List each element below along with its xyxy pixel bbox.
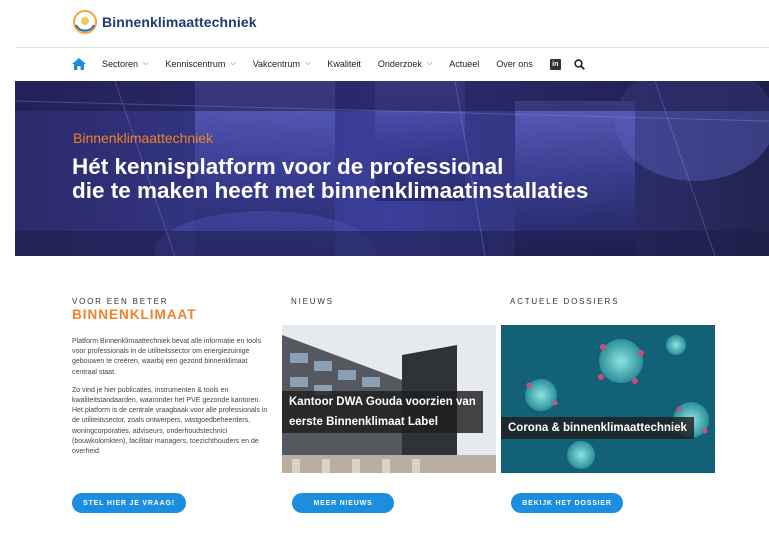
logo-mark-icon xyxy=(73,10,97,34)
intro-paragraph-2: Zo vind je hier publicaties, instrumente… xyxy=(72,386,268,456)
nav-item-over-ons[interactable]: Over ons xyxy=(496,59,533,69)
more-news-button[interactable]: MEER NIEUWS xyxy=(292,493,394,513)
nav-item-sectoren[interactable]: Sectoren ⌵ xyxy=(102,59,148,69)
nav-item-label: Over ons xyxy=(496,59,533,69)
linkedin-icon-glyph: in xyxy=(552,60,559,68)
view-dossier-button[interactable]: BEKIJK HET DOSSIER xyxy=(511,493,623,513)
main-nav: Sectoren ⌵ Kenniscentrum ⌵ Vakcentrum ⌵ … xyxy=(72,53,585,75)
nav-item-label: Sectoren xyxy=(102,59,139,69)
hero-kicker: Binnenklimaattechniek xyxy=(73,130,214,146)
nav-item-actueel[interactable]: Actueel xyxy=(449,59,479,69)
site-logo[interactable]: Binnenklimaattechniek xyxy=(72,8,257,36)
chevron-down-icon: ⌵ xyxy=(143,60,149,67)
nav-item-label: Actueel xyxy=(449,59,480,69)
intro-text: Platform Binnenklimaattechniek bevat all… xyxy=(72,337,268,465)
header-divider xyxy=(15,47,769,48)
nav-item-kwaliteit[interactable]: Kwaliteit xyxy=(327,59,361,69)
chevron-down-icon: ⌵ xyxy=(305,60,311,67)
nav-item-vakcentrum[interactable]: Vakcentrum ⌵ xyxy=(253,59,311,69)
dossier-card-image xyxy=(501,325,715,473)
nav-item-kenniscentrum[interactable]: Kenniscentrum ⌵ xyxy=(165,59,235,69)
dossiers-heading: ACTUELE DOSSIERS xyxy=(510,297,620,306)
hero-title-line2: die te maken heeft met binnenklimaatinst… xyxy=(72,178,589,203)
linkedin-icon[interactable]: in xyxy=(549,58,561,70)
chevron-down-icon: ⌵ xyxy=(426,60,433,67)
news-heading: NIEUWS xyxy=(291,297,334,306)
home-icon[interactable] xyxy=(72,58,86,70)
chevron-down-icon: ⌵ xyxy=(230,60,236,67)
intro-heading-big: BINNENKLIMAAT xyxy=(72,307,197,322)
news-caption-line2: eerste Binnenklimaat Label xyxy=(289,416,438,428)
nav-item-label: Kwaliteit xyxy=(327,59,361,69)
dossier-card[interactable]: Corona & binnenklimaattechniek xyxy=(501,325,715,473)
news-card[interactable]: Kantoor DWA Gouda voorzien van eerste Bi… xyxy=(282,325,496,473)
nav-item-label: Kenniscentrum xyxy=(165,59,226,69)
hero-title-line1: Hét kennisplatform voor de professional xyxy=(72,154,504,179)
page: Binnenklimaattechniek Sectoren ⌵ Kennisc… xyxy=(0,0,769,534)
nav-item-onderzoek[interactable]: Onderzoek ⌵ xyxy=(378,59,432,69)
ask-question-button[interactable]: STEL HIER JE VRAAG! xyxy=(72,493,186,513)
intro-paragraph-1: Platform Binnenklimaattechniek bevat all… xyxy=(72,338,262,376)
hero-banner: Binnenklimaattechniek Hét kennisplatform… xyxy=(15,81,769,256)
hero-title: Hét kennisplatform voor de professional … xyxy=(72,155,732,203)
nav-item-label: Vakcentrum xyxy=(252,59,301,69)
search-icon[interactable] xyxy=(574,58,585,70)
news-card-caption: Kantoor DWA Gouda voorzien van eerste Bi… xyxy=(282,391,483,433)
news-caption-line1: Kantoor DWA Gouda voorzien van xyxy=(289,396,476,408)
dossier-card-caption: Corona & binnenklimaattechniek xyxy=(501,417,694,439)
nav-item-label: Onderzoek xyxy=(377,59,422,69)
logo-text: Binnenklimaattechniek xyxy=(102,14,257,30)
intro-heading-small: VOOR EEN BETER xyxy=(72,297,169,306)
